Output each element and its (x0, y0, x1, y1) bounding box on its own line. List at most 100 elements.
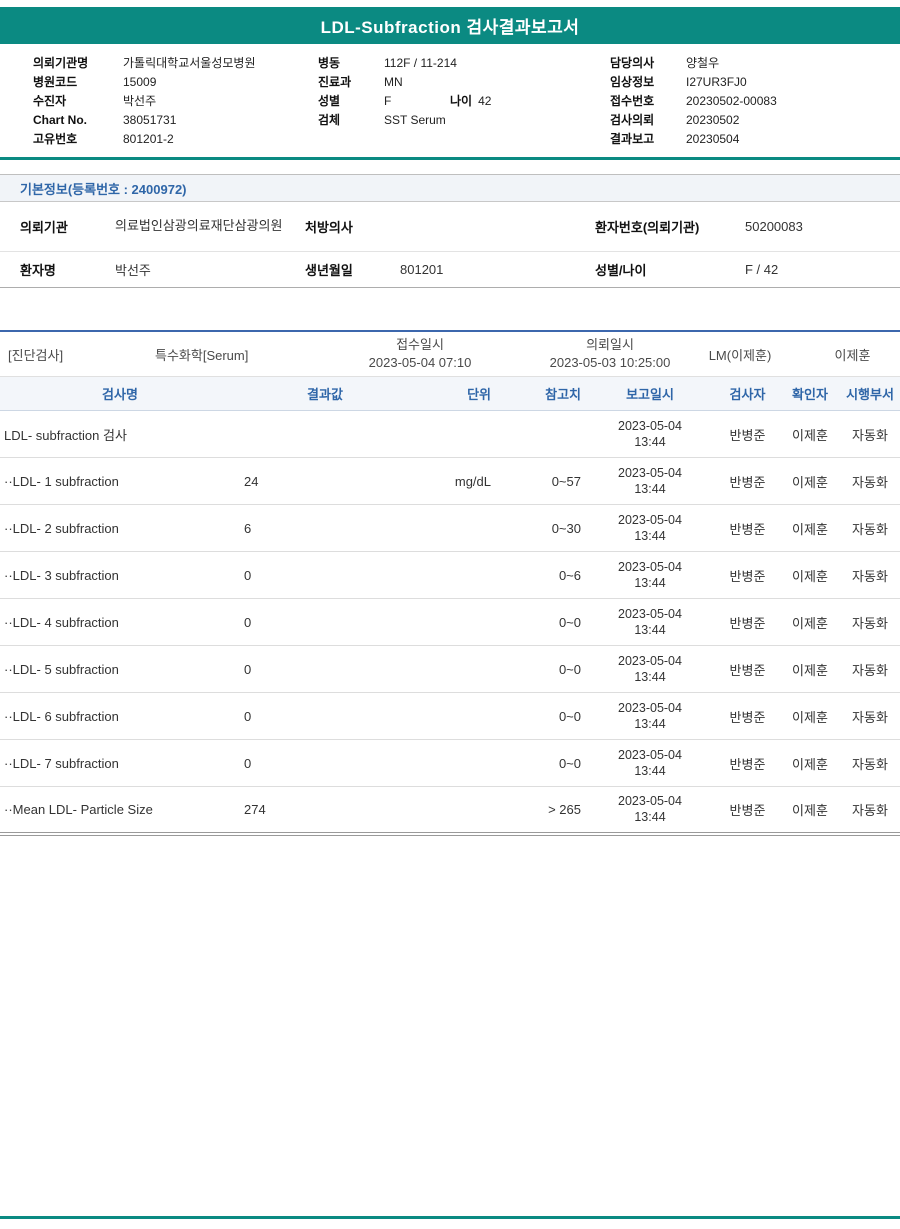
header-field-value: 801201-2 (123, 130, 174, 149)
performing-department: 자동화 (840, 552, 900, 599)
header-field-row: 결과보고 20230504 (610, 130, 900, 149)
results-column-header: 검사명 (0, 377, 240, 411)
diagnostic-dept-label: [진단검사] (0, 345, 155, 364)
reference-range: 0~57 (495, 458, 585, 505)
reference-range (495, 411, 585, 458)
header-field-row: 병동 112F / 11-214 (318, 54, 610, 73)
tester-name: 반병준 (715, 646, 780, 693)
report-date: 2023-05-04 (589, 700, 711, 716)
report-datetime: 2023-05-04 13:44 (585, 693, 715, 740)
result-row: ··LDL- 7 subfraction 0 0~0 2023-05-04 13… (0, 740, 900, 787)
results-table-body: LDL- subfraction 검사 2023-05-04 13:44 반병준… (0, 411, 900, 834)
checker-name: 이제훈 (780, 599, 840, 646)
requested-label: 의뢰일시 (545, 336, 675, 354)
reference-range: 0~6 (495, 552, 585, 599)
performing-department: 자동화 (840, 458, 900, 505)
header-field-value: 15009 (123, 73, 156, 92)
header-field-label: 검체 (318, 111, 384, 130)
result-unit (410, 693, 495, 740)
prescribing-doctor-label: 처방의사 (305, 217, 400, 236)
header-field-row: 검체 SST Serum (318, 111, 610, 130)
header-field-label: Chart No. (33, 111, 123, 130)
sex-age-label: 성별/나이 (595, 260, 745, 279)
header-divider (0, 157, 900, 160)
report-time: 13:44 (589, 809, 711, 825)
patient-number-label: 환자번호(의뢰기관) (595, 217, 745, 236)
result-row: ··LDL- 2 subfraction 6 0~30 2023-05-04 1… (0, 505, 900, 552)
report-date: 2023-05-04 (589, 418, 711, 434)
result-row: LDL- subfraction 검사 2023-05-04 13:44 반병준… (0, 411, 900, 458)
report-date: 2023-05-04 (589, 559, 711, 575)
report-date: 2023-05-04 (589, 653, 711, 669)
header-field-row: 담당의사 양철우 (610, 54, 900, 73)
header-field-label: 고유번호 (33, 130, 123, 149)
result-unit (410, 787, 495, 834)
report-time: 13:44 (589, 575, 711, 591)
tester-name: 반병준 (715, 458, 780, 505)
test-name: ··LDL- 6 subfraction (0, 693, 240, 740)
performing-department: 자동화 (840, 740, 900, 787)
header-field-value-2: 42 (478, 92, 538, 111)
checker-name: 이제훈 (780, 505, 840, 552)
performing-department: 자동화 (840, 646, 900, 693)
basic-info-title: 기본정보(등록번호 : 2400972) (20, 179, 187, 198)
report-datetime: 2023-05-04 13:44 (585, 552, 715, 599)
checker-name: 이제훈 (780, 411, 840, 458)
patient-name-value: 박선주 (115, 260, 305, 279)
checker-name: 이제훈 (780, 740, 840, 787)
header-field-row: 검사의뢰 20230502 (610, 111, 900, 130)
tester-name: 반병준 (715, 693, 780, 740)
report-date: 2023-05-04 (589, 747, 711, 763)
page-bottom-border (0, 1216, 900, 1219)
test-name: ··LDL- 4 subfraction (0, 599, 240, 646)
lab-section-name: LM(이제훈) (675, 345, 805, 364)
header-field-row: 성별 F 나이 42 (318, 92, 610, 111)
results-section: [진단검사] 특수화학[Serum] 접수일시 2023-05-04 07:10… (0, 330, 900, 836)
header-field-label: 병동 (318, 54, 384, 73)
result-row: ··Mean LDL- Particle Size 274 > 265 2023… (0, 787, 900, 834)
header-field-row: 진료과 MN (318, 73, 610, 92)
performing-department: 자동화 (840, 411, 900, 458)
checker-name: 이제훈 (780, 787, 840, 834)
received-value: 2023-05-04 07:10 (295, 354, 545, 372)
header-field-value: 양철우 (686, 54, 719, 73)
results-table: 검사명 결과값 단위 참고치 보고일시 검사자 확인자 시행부서 LDL- su… (0, 376, 900, 836)
header-middle-column: 병동 112F / 11-214 진료과 MN 성별 F 나이 42 검체 SS… (318, 54, 610, 149)
performing-department: 자동화 (840, 599, 900, 646)
report-time: 13:44 (589, 622, 711, 638)
tester-name: 반병준 (715, 411, 780, 458)
header-field-value: MN (384, 73, 444, 92)
report-time: 13:44 (589, 434, 711, 450)
reference-range: > 265 (495, 787, 585, 834)
result-unit (410, 505, 495, 552)
checker-name: 이제훈 (780, 693, 840, 740)
results-header-row: 검사명 결과값 단위 참고치 보고일시 검사자 확인자 시행부서 (0, 377, 900, 411)
test-category: 특수화학[Serum] (155, 345, 295, 364)
report-datetime: 2023-05-04 13:44 (585, 411, 715, 458)
header-field-row: Chart No. 38051731 (33, 111, 318, 130)
header-field-value-2 (456, 73, 516, 92)
received-datetime: 접수일시 2023-05-04 07:10 (295, 336, 545, 372)
header-field-label: 임상정보 (610, 73, 686, 92)
result-row: ··LDL- 4 subfraction 0 0~0 2023-05-04 13… (0, 599, 900, 646)
result-value (240, 411, 410, 458)
birthdate-value: 801201 (400, 262, 595, 277)
result-row: ··LDL- 1 subfraction 24 mg/dL 0~57 2023-… (0, 458, 900, 505)
header-field-value-2 (458, 111, 518, 130)
header-field-row: 임상정보 I27UR3FJ0 (610, 73, 900, 92)
test-name: ··Mean LDL- Particle Size (0, 787, 240, 834)
test-name: ··LDL- 1 subfraction (0, 458, 240, 505)
result-value: 274 (240, 787, 410, 834)
result-unit (410, 599, 495, 646)
report-title: LDL-Subfraction 검사결과보고서 (321, 13, 580, 38)
report-date: 2023-05-04 (589, 606, 711, 622)
report-date: 2023-05-04 (589, 793, 711, 809)
report-date: 2023-05-04 (589, 465, 711, 481)
header-field-value: 20230502 (686, 111, 739, 130)
header-field-label: 성별 (318, 92, 384, 111)
test-name: ··LDL- 2 subfraction (0, 505, 240, 552)
result-value: 0 (240, 552, 410, 599)
basic-info-row-2: 환자명 박선주 생년월일 801201 성별/나이 F / 42 (0, 252, 900, 288)
result-unit (410, 552, 495, 599)
header-field-value: 20230502-00083 (686, 92, 777, 111)
